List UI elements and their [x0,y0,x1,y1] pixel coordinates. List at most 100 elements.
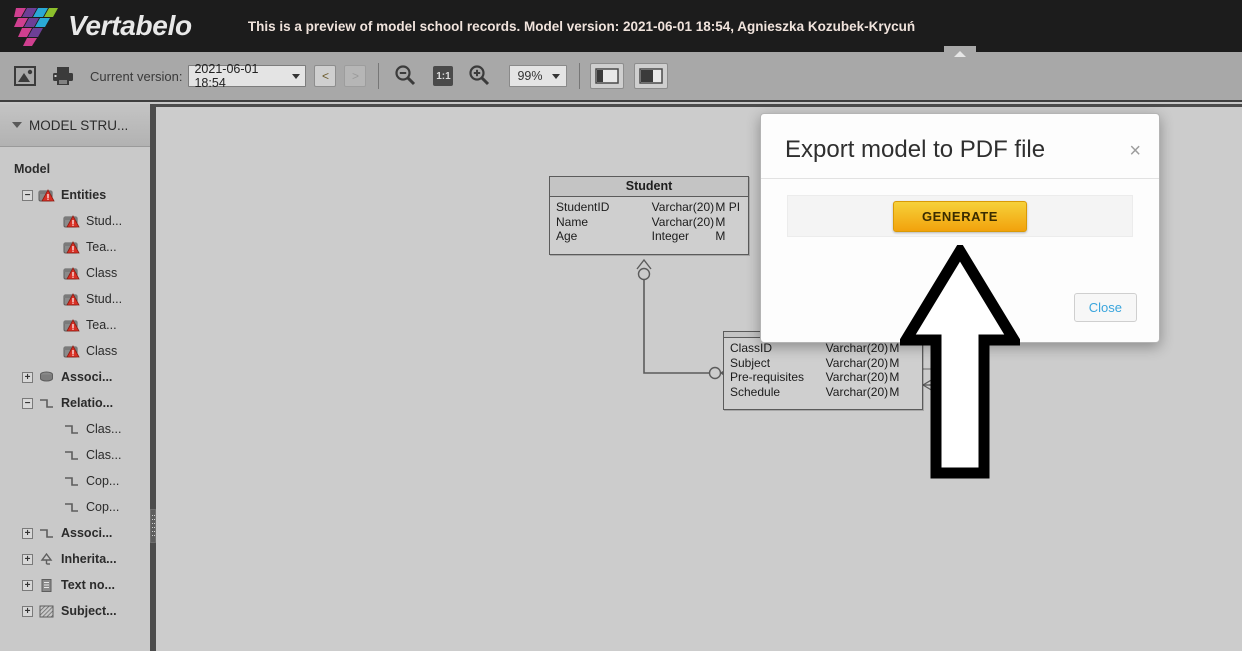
entity-warning-icon [63,214,80,229]
tree-item[interactable]: Stud... [0,208,150,234]
version-select[interactable]: 2021-06-01 18:54 [188,62,307,90]
tree-item[interactable]: − Entities [0,182,150,208]
expand-icon[interactable]: + [22,579,33,591]
collapse-icon[interactable]: − [22,189,33,201]
tree-item-label: Class [86,344,118,358]
tree-item[interactable]: Clas... [0,416,150,442]
tree-item[interactable]: Tea... [0,312,150,338]
entity-attribute-row[interactable]: Schedule Varchar(20) M [730,385,916,400]
generate-button[interactable]: GENERATE [892,200,1028,232]
tree-item[interactable]: Stud... [0,286,150,312]
attribute-type: Integer [651,229,690,243]
attribute-name: Age [556,229,578,243]
attribute-type: Varchar(20) [651,214,715,229]
tree-item-label: Subject... [61,604,117,618]
close-button[interactable]: Close [1073,293,1137,322]
relationship-icon [63,448,80,463]
relationship-icon [38,526,55,541]
image-export-icon[interactable] [12,63,38,89]
tree-item[interactable]: + Text no... [0,572,150,598]
tree-item[interactable]: Tea... [0,234,150,260]
attribute-type: Varchar(20) [825,341,889,355]
attribute-name: ClassID [730,341,773,355]
entity-attributes: ClassID Varchar(20) M Subject Varchar(20) M Pr… [724,338,922,409]
tree-item-label: Relatio... [61,396,114,410]
zoom-out-icon[interactable] [393,63,419,89]
zoom-level-select[interactable]: 99% [509,65,568,87]
tree-item-model[interactable]: Model [0,156,150,182]
generate-band: GENERATE [787,195,1133,237]
brand-logo[interactable]: Vertabelo [14,4,192,48]
tree-item-label: Tea... [86,318,117,332]
collapse-icon[interactable]: − [22,397,33,409]
toolbar: Current version: 2021-06-01 18:54 < > 1:… [0,52,1242,102]
tree-item[interactable]: Clas... [0,442,150,468]
tree-item-list: − Entities Stud... Tea... Class Stud... Tea...… [0,182,150,624]
toolbar-collapse-tab[interactable] [944,46,976,58]
entity-warning-icon [63,292,80,307]
expand-icon[interactable]: + [22,371,33,383]
tree-item[interactable]: − Relatio... [0,390,150,416]
tree-item[interactable]: + Associ... [0,520,150,546]
chevron-down-icon [292,74,301,79]
entity-warning-icon [63,266,80,281]
entity-box[interactable]: Student StudentID Varchar(20) M PI Name Varch… [549,176,749,255]
entity-attribute-row[interactable]: Name Varchar(20) M [556,215,742,230]
attribute-type: Varchar(20) [825,370,889,384]
model-structure-header[interactable]: MODEL STRU... [0,104,150,147]
vertabelo-logo-icon [14,8,58,46]
top-bar: Vertabelo This is a preview of model sch… [0,0,1242,52]
left-panel-toggle-icon[interactable] [590,63,625,89]
tree-item[interactable]: Class [0,338,150,364]
attribute-type: Varchar(20) [651,200,715,214]
current-version-label: Current version: [90,68,183,84]
attribute-name: Schedule [730,384,781,399]
tree-item-label: Cop... [86,474,120,488]
entity-attribute-row[interactable]: Age Integer M [556,229,742,244]
entity-name: Student [550,177,748,197]
entity-attribute-row[interactable]: Pre-requisites Varchar(20) M [730,370,916,385]
chevron-down-icon [12,122,22,128]
tree-item[interactable]: Cop... [0,494,150,520]
attribute-name: StudentID [556,200,610,214]
relationship-icon [63,422,80,437]
actual-size-button[interactable]: 1:1 [433,66,454,86]
entity-warning-icon [63,344,80,359]
entity-attribute-row[interactable]: ClassID Varchar(20) M [730,341,916,356]
version-select-value: 2021-06-01 18:54 [194,62,259,90]
prev-version-button[interactable]: < [314,65,337,87]
next-version-button[interactable]: > [344,65,367,87]
zoom-in-icon[interactable] [467,63,493,89]
expand-icon[interactable]: + [22,553,33,565]
expand-icon[interactable]: + [22,605,33,617]
entity-warning-icon [63,318,80,333]
attribute-name: Pre-requisites [730,370,805,384]
tree-item-label: Class [86,266,118,280]
close-icon[interactable]: × [1129,141,1141,161]
inheritance-icon [38,552,55,567]
tree-item[interactable]: Class [0,260,150,286]
tree-item-label: Model [14,162,51,176]
expand-icon[interactable]: + [22,527,33,539]
up-arrow-pointer-icon [896,240,1024,479]
tree-item-label: Clas... [86,422,122,436]
entity-attribute-row[interactable]: Subject Varchar(20) M [730,356,916,371]
printer-icon[interactable] [50,63,76,89]
tree-item-label: Text no... [61,578,115,592]
tree-item[interactable]: Cop... [0,468,150,494]
entity-warning-icon [63,240,80,255]
prev-version-label: < [321,69,329,83]
dialog-body: GENERATE [761,179,1159,237]
relationship-icon [63,500,80,515]
tree-item[interactable]: + Subject... [0,598,150,624]
tree-item[interactable]: + Associ... [0,364,150,390]
entity-attribute-row[interactable]: StudentID Varchar(20) M PI [556,200,742,215]
attribute-name: Name [556,214,589,229]
attribute-name: Subject [730,355,771,370]
attribute-flags: M [715,229,726,243]
tree-item-label: Stud... [86,214,123,228]
tree-item[interactable]: + Inherita... [0,546,150,572]
tree-item-label: Clas... [86,448,122,462]
association-icon [38,370,55,385]
right-panel-toggle-icon[interactable] [634,63,669,89]
